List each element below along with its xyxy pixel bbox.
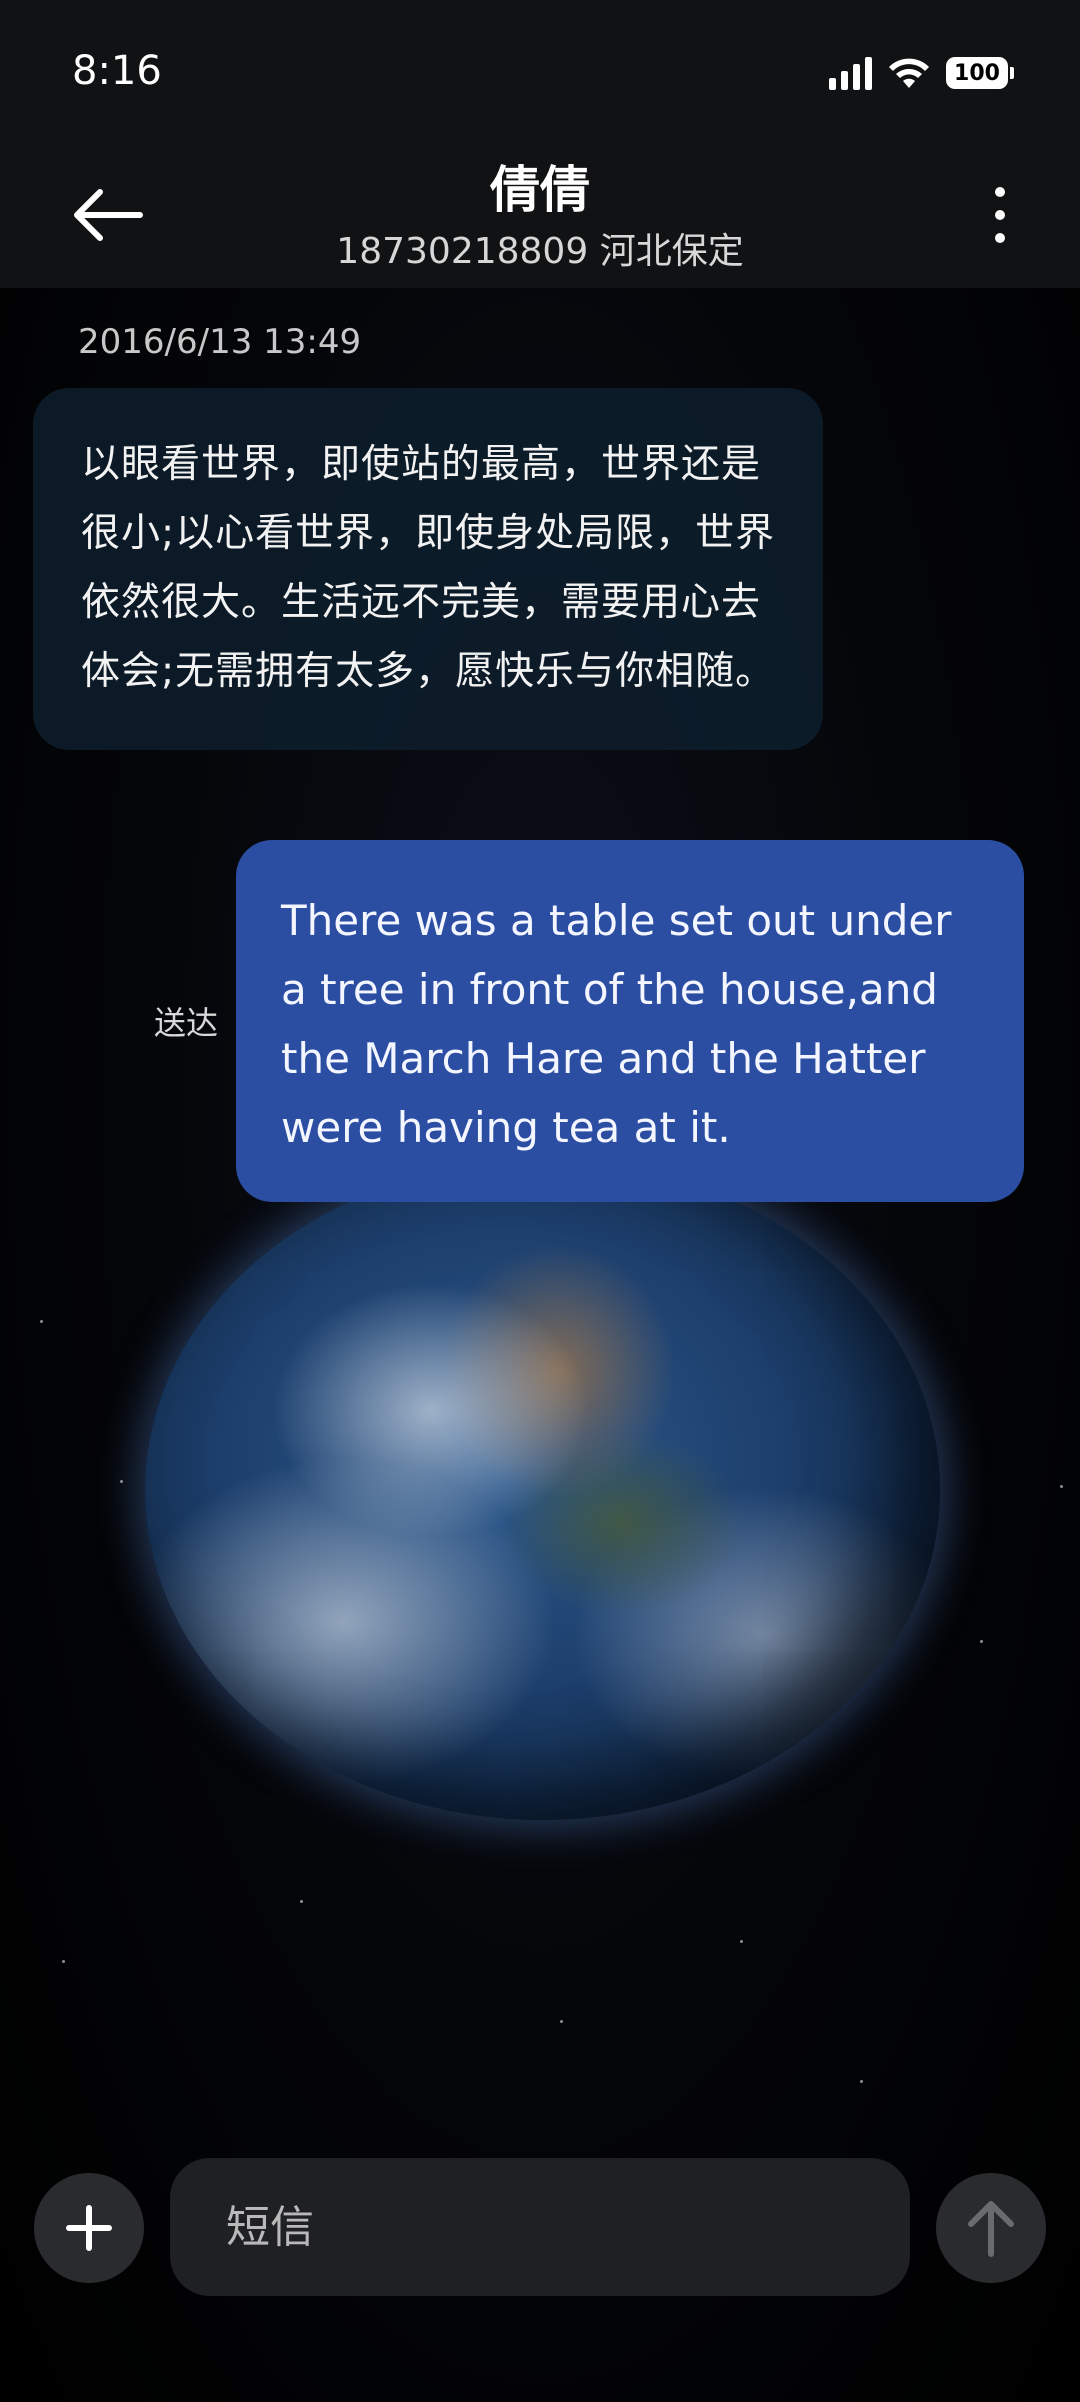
conversation-header: 倩倩 18730218809 河北保定: [0, 140, 1080, 288]
outgoing-message-bubble[interactable]: There was a table set out under a tree i…: [236, 840, 1024, 1202]
incoming-message-bubble[interactable]: 以眼看世界，即使站的最高，世界还是很小;以心看世界，即使身处局限，世界依然很大。…: [33, 388, 823, 750]
battery-icon: 100: [946, 57, 1014, 89]
arrow-up-icon: [968, 2201, 1014, 2257]
delivery-status: 送达: [154, 1004, 219, 1042]
contact-number-location: 18730218809 河北保定: [336, 231, 744, 272]
more-vertical-icon[interactable]: [978, 180, 1022, 250]
status-time: 8:16: [72, 48, 162, 94]
add-attachment-button[interactable]: [34, 2173, 144, 2283]
cellular-signal-icon: [829, 56, 872, 90]
plus-icon: [66, 2205, 112, 2251]
send-button[interactable]: [936, 2173, 1046, 2283]
messaging-screen: 8:16 100 倩倩 18730218809 河北保定 2016/6/13 1…: [0, 0, 1080, 2402]
message-input[interactable]: [170, 2158, 910, 2296]
contact-name: 倩倩: [490, 161, 590, 219]
status-bar: 8:16 100: [0, 0, 1080, 140]
status-icons: 100: [829, 56, 1014, 90]
wifi-icon: [888, 56, 930, 90]
message-timestamp: 2016/6/13 13:49: [78, 322, 362, 362]
earth-wallpaper-image: [145, 1160, 940, 1820]
